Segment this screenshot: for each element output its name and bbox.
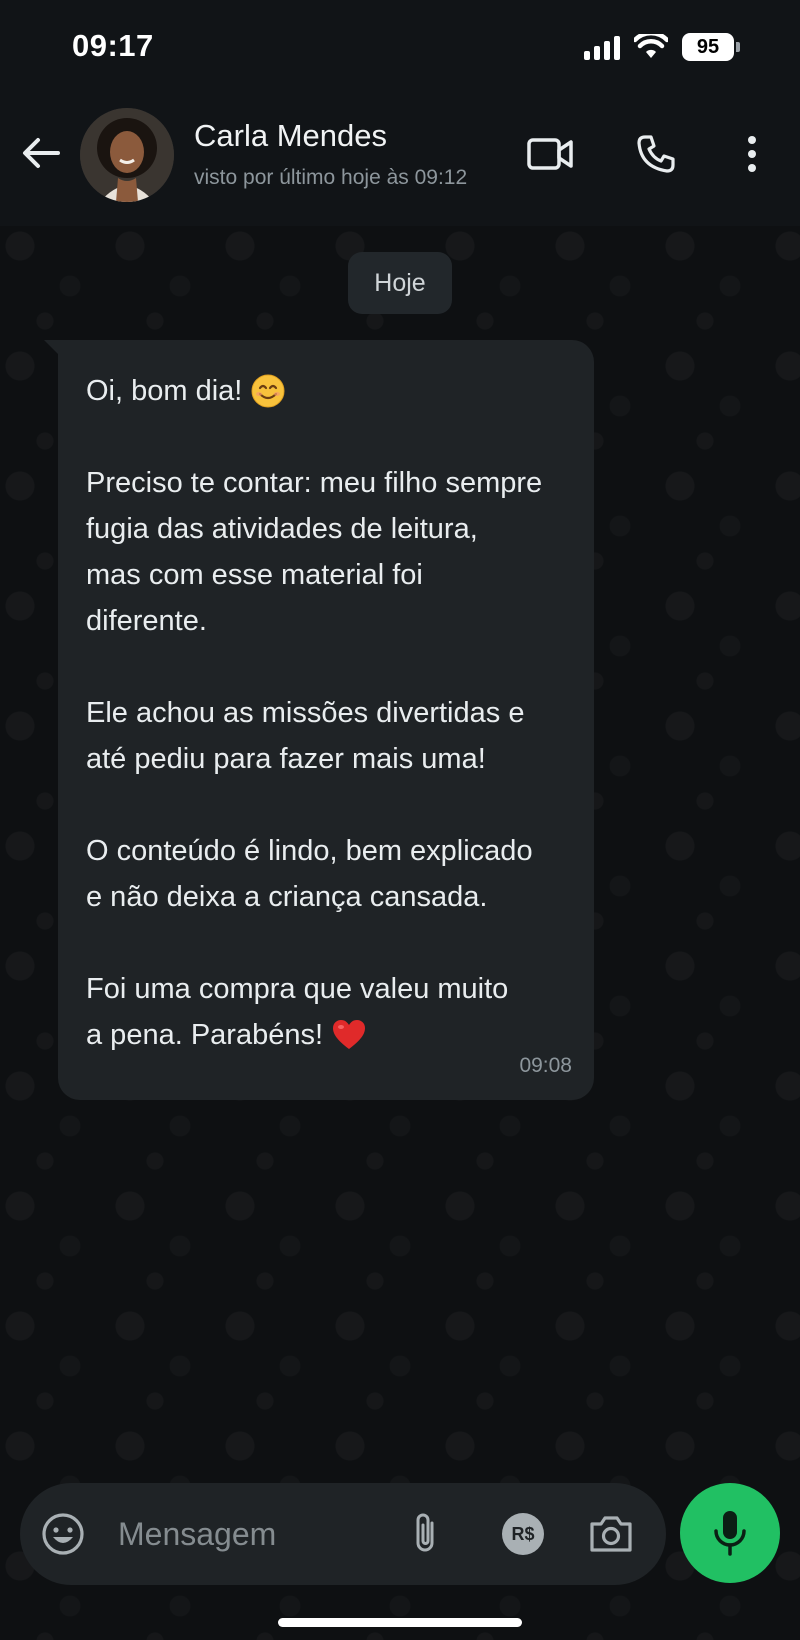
payment-label: R$ [511, 1523, 535, 1544]
message-line: Foi uma compra que valeu muito [86, 973, 509, 1005]
message-text: a pena. Parabéns! [86, 1019, 324, 1051]
chat-header: Carla Mendes visto por último hoje às 09… [0, 96, 800, 226]
status-icons: 95 [584, 30, 740, 64]
incoming-message-bubble[interactable]: Oi, bom dia! Preciso te contar: meu filh… [58, 340, 594, 1100]
video-call-button[interactable] [522, 126, 578, 182]
status-bar: 09:17 95 [0, 0, 800, 96]
contact-name[interactable]: Carla Mendes [194, 118, 387, 154]
battery-level: 95 [696, 35, 720, 58]
message-line: mas com esse material foi [86, 559, 423, 591]
wifi-icon [634, 34, 668, 58]
message-line: Oi, bom dia! [86, 368, 570, 414]
chat-area[interactable]: Hoje Oi, bom dia! Preciso te contar: meu… [0, 226, 800, 1640]
message-timestamp: 09:08 [519, 1054, 572, 1077]
home-indicator[interactable] [278, 1618, 522, 1627]
cellular-signal-icon [584, 34, 620, 60]
camera-icon [590, 1516, 632, 1552]
message-paragraph: Ele achou as missões divertidas e até pe… [86, 690, 570, 782]
phone-call-button[interactable] [628, 126, 684, 182]
attach-button[interactable] [400, 1509, 450, 1559]
emoji-icon [42, 1513, 84, 1555]
payment-button[interactable]: R$ [498, 1509, 548, 1559]
camera-button[interactable] [586, 1509, 636, 1559]
battery-icon: 95 [682, 33, 740, 61]
smiling-face-emoji [251, 374, 285, 408]
microphone-icon [714, 1511, 746, 1556]
message-paragraph: O conteúdo é lindo, bem explicado e não … [86, 828, 570, 920]
red-heart-emoji [333, 1020, 366, 1049]
voice-message-button[interactable] [680, 1483, 780, 1583]
phone-call-icon [637, 135, 675, 173]
more-options-button[interactable] [724, 126, 780, 182]
message-input[interactable] [118, 1507, 418, 1561]
attachment-icon [416, 1513, 434, 1552]
message-paragraph: Preciso te contar: meu filho sempre fugi… [86, 460, 570, 644]
message-line: a pena. Parabéns! [86, 1012, 570, 1058]
message-line: Preciso te contar: meu filho sempre [86, 467, 543, 499]
date-separator: Hoje [348, 252, 452, 314]
message-paragraph: Foi uma compra que valeu muito a pena. P… [86, 966, 570, 1058]
contact-photo [80, 108, 174, 202]
back-arrow-icon [23, 138, 60, 168]
message-line: e não deixa a criança cansada. [86, 881, 488, 913]
message-text: Oi, bom dia! [86, 375, 243, 407]
message-line: diferente. [86, 605, 207, 637]
message-line: fugia das atividades de leitura, [86, 513, 478, 545]
avatar[interactable] [80, 108, 174, 202]
video-call-icon [527, 138, 573, 170]
last-seen-status: visto por último hoje às 09:12 [194, 166, 468, 189]
back-button[interactable] [18, 130, 64, 176]
message-paragraph: Oi, bom dia! [86, 368, 570, 414]
status-time: 09:17 [72, 28, 154, 63]
message-composer: R$ [20, 1483, 666, 1585]
more-options-icon [748, 136, 756, 172]
message-line: Ele achou as missões divertidas e [86, 697, 525, 729]
message-line: O conteúdo é lindo, bem explicado [86, 835, 533, 867]
emoji-button[interactable] [38, 1509, 88, 1559]
message-line: até pediu para fazer mais uma! [86, 743, 486, 775]
